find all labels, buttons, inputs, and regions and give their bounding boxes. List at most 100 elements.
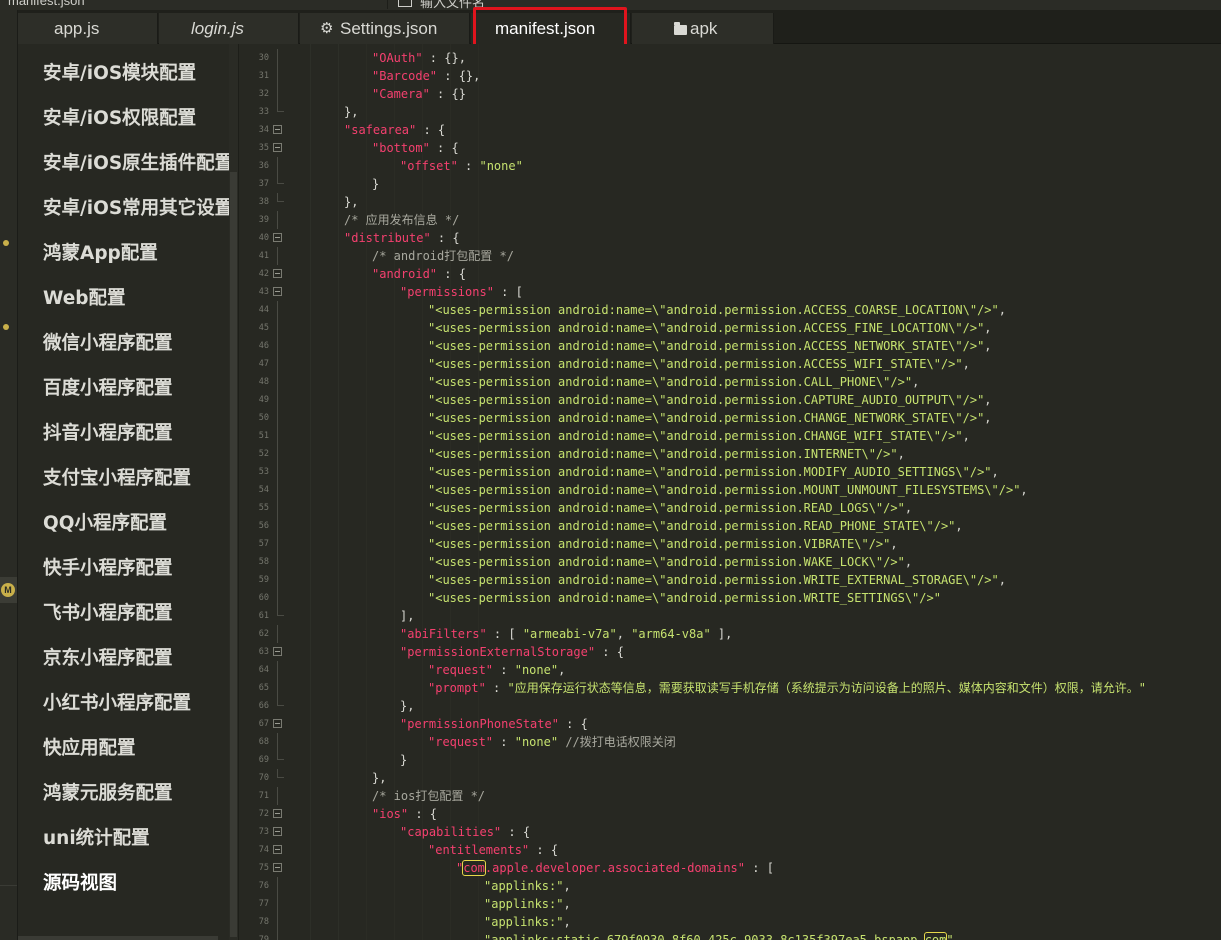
code-text[interactable]: "applinks:", [484,895,571,913]
config-nav-item[interactable]: 快手小程序配置 [43,554,173,580]
code-text[interactable]: "<uses-permission android:name=\"android… [428,535,898,553]
fold-toggle-icon[interactable] [273,269,282,278]
code-text[interactable]: }, [400,697,414,715]
code-text[interactable]: } [400,751,407,769]
code-text[interactable]: "entitlements" : { [428,841,558,859]
code-text[interactable]: "request" : "none", [428,661,565,679]
line-number: 76 [258,881,269,891]
code-text[interactable]: "<uses-permission android:name=\"android… [428,319,992,337]
code-text[interactable]: "applinks:", [484,877,571,895]
config-nav-item[interactable]: Web配置 [43,284,126,310]
code-text[interactable]: }, [344,193,358,211]
code-text[interactable]: "prompt" : "应用保存运行状态等信息，需要获取读写手机存储（系统提示为… [428,679,1146,697]
code-text[interactable]: ], [400,607,414,625]
code-text[interactable]: "<uses-permission android:name=\"android… [428,517,963,535]
tab-apk[interactable]: apk [632,13,774,44]
config-nav-item[interactable]: QQ小程序配置 [43,509,167,535]
code-text[interactable]: "offset" : "none" [400,157,523,175]
code-text[interactable]: /* android打包配置 */ [372,247,514,265]
code-text[interactable]: "permissionPhoneState" : { [400,715,588,733]
config-nav-item[interactable]: 支付宝小程序配置 [43,464,191,490]
code-text[interactable]: "<uses-permission android:name=\"android… [428,463,999,481]
config-nav-item[interactable]: 鸿蒙App配置 [43,239,158,265]
config-nav-item[interactable]: 源码视图 [43,869,117,895]
fold-toggle-icon[interactable] [273,809,282,818]
code-text[interactable]: "<uses-permission android:name=\"android… [428,337,992,355]
code-text[interactable]: "<uses-permission android:name=\"android… [428,445,905,463]
status-dot-icon [3,240,9,246]
code-text[interactable]: "<uses-permission android:name=\"android… [428,589,941,607]
tab-manifest-json[interactable]: manifest.json [471,13,631,44]
config-nav-hscrollbar[interactable] [18,936,218,940]
code-text[interactable]: }, [372,769,386,787]
config-nav-item[interactable]: 京东小程序配置 [43,644,173,670]
fold-toggle-icon[interactable] [273,233,282,242]
tab-app-js[interactable]: app.js [18,13,158,44]
fold-toggle-icon[interactable] [273,143,282,152]
config-nav-item[interactable]: uni统计配置 [43,824,150,850]
config-nav-item[interactable]: 安卓/iOS权限配置 [43,104,196,130]
config-nav-item[interactable]: 安卓/iOS原生插件配置 [43,149,233,175]
config-nav-item[interactable]: 快应用配置 [43,734,136,760]
fold-toggle-icon[interactable] [273,647,282,656]
code-line: 76 "applinks:", [239,877,1221,895]
fold-toggle-icon[interactable] [273,287,282,296]
code-text[interactable]: "request" : "none" //拨打电话权限关闭 [428,733,676,751]
code-text[interactable]: "ios" : { [372,805,437,823]
code-text[interactable]: /* 应用发布信息 */ [344,211,459,229]
fold-toggle-icon[interactable] [273,863,282,872]
code-text[interactable]: "<uses-permission android:name=\"android… [428,373,919,391]
fold-toggle-icon[interactable] [273,827,282,836]
status-dot-icon [3,324,9,330]
config-nav-item[interactable]: 鸿蒙元服务配置 [43,779,173,805]
tab-settings-json[interactable]: ⚙ Settings.json [300,13,470,44]
config-nav-item[interactable]: 百度小程序配置 [43,374,173,400]
code-text[interactable]: "android" : { [372,265,466,283]
code-editor[interactable]: 30 "OAuth" : {}, 31 "Barcode" : {}, 32 "Camer… [238,44,1221,940]
code-text[interactable]: "Camera" : {} [372,85,466,103]
fold-toggle-icon[interactable] [273,125,282,134]
code-text[interactable]: "permissions" : [ [400,283,523,301]
code-text[interactable]: "OAuth" : {}, [372,49,466,67]
m-badge[interactable]: M [0,577,17,603]
code-token: , [984,393,992,407]
config-nav-scrollbar[interactable] [229,44,238,940]
config-nav-item[interactable]: 微信小程序配置 [43,329,173,355]
code-text[interactable]: } [372,175,379,193]
config-nav-item[interactable]: 飞书小程序配置 [43,599,173,625]
code-text[interactable]: }, [344,103,358,121]
fold-line-marker [277,661,278,679]
config-nav-item[interactable]: 安卓/iOS模块配置 [43,59,196,85]
code-text[interactable]: "<uses-permission android:name=\"android… [428,409,992,427]
code-text[interactable]: "distribute" : { [344,229,460,247]
code-token: , [962,357,970,371]
config-nav-item[interactable]: 小红书小程序配置 [43,689,191,715]
fold-toggle-icon[interactable] [273,719,282,728]
code-text[interactable]: "<uses-permission android:name=\"android… [428,571,1006,589]
code-text[interactable]: /* ios打包配置 */ [372,787,485,805]
code-text[interactable]: "abiFilters" : [ "armeabi-v7a", "arm64-v… [400,625,732,643]
code-text[interactable]: "Barcode" : {}, [372,67,480,85]
code-text[interactable]: "com.apple.developer.associated-domains"… [456,859,774,877]
code-text[interactable]: "applinks:static-679f0930-8f60-425c-9033… [484,931,954,940]
code-text[interactable]: "<uses-permission android:name=\"android… [428,427,970,445]
code-text[interactable]: "safearea" : { [344,121,445,139]
code-text[interactable]: "<uses-permission android:name=\"android… [428,481,1028,499]
code-token: , [897,447,905,461]
code-text[interactable]: "<uses-permission android:name=\"android… [428,391,992,409]
tab-login-js[interactable]: login.js [159,13,299,44]
code-text[interactable]: "capabilities" : { [400,823,530,841]
config-nav-item[interactable]: 安卓/iOS常用其它设置 [43,194,233,220]
code-text[interactable]: "permissionExternalStorage" : { [400,643,624,661]
code-text[interactable]: "<uses-permission android:name=\"android… [428,553,912,571]
code-text[interactable]: "applinks:", [484,913,571,931]
code-text[interactable]: "<uses-permission android:name=\"android… [428,355,970,373]
code-text[interactable]: "<uses-permission android:name=\"android… [428,301,1006,319]
code-text[interactable]: "bottom" : { [372,139,459,157]
scrollbar-thumb[interactable] [230,172,237,937]
previous-window-tab[interactable]: manifest.json [0,0,388,9]
fold-toggle-icon[interactable] [273,845,282,854]
code-text[interactable]: "<uses-permission android:name=\"android… [428,499,912,517]
code-line: 73 "capabilities" : { [239,823,1221,841]
config-nav-item[interactable]: 抖音小程序配置 [43,419,173,445]
